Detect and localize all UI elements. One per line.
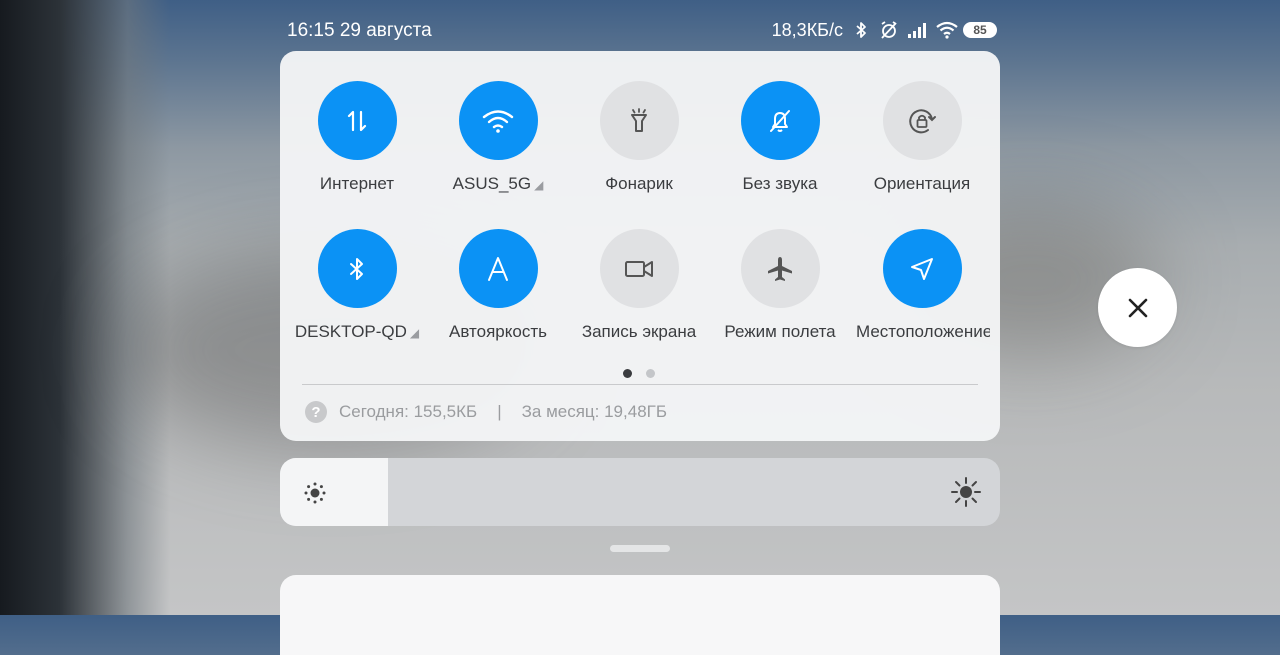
tile-screen-record-label: Запись экрана [581,322,697,341]
data-usage-month: За месяц: 19,48ГБ [521,402,668,421]
rotation-lock-icon [909,108,936,133]
brightness-fill[interactable] [280,458,388,526]
tile-internet[interactable]: Интернет [287,81,427,194]
close-button[interactable] [1098,268,1177,347]
tile-silent-button[interactable] [740,81,820,160]
tile-bluetooth-label: DESKTOP-QD ◢ [294,322,420,341]
data-usage-today: Сегодня: 155,5КБ [339,402,478,421]
data-transfer-icon [347,110,367,131]
data-usage-separator: | [497,402,502,421]
status-icons: 18,3КБ/с 85 [772,18,997,42]
tile-silent-label: Без звука [742,174,818,193]
bluetooth-icon [851,20,871,40]
tile-bluetooth[interactable]: DESKTOP-QD ◢ [287,229,427,342]
brightness-high-icon [951,477,981,507]
tile-location-button[interactable] [882,229,962,308]
tile-airplane-label: Режим полета [724,322,836,341]
tile-internet-label: Интернет [319,174,395,193]
expand-arrow-icon[interactable]: ◢ [534,178,543,192]
tile-flashlight-button[interactable] [599,81,679,160]
brightness-low-icon [304,482,326,504]
quick-settings-panel: Интернет ASUS_5G ◢ Фонарик Без звука Орие… [280,51,1000,441]
bell-off-icon [770,109,790,132]
tile-orientation[interactable]: Ориентация [852,81,992,194]
data-usage[interactable]: ? Сегодня: 155,5КБ | За месяц: 19,48ГБ [305,401,667,423]
status-bar: 16:15 29 августа 18,3КБ/с 85 [287,18,997,42]
alarm-off-icon [879,20,899,40]
page-dot-active[interactable] [623,369,632,378]
airplane-icon [768,256,792,281]
notification-card[interactable] [280,575,1000,655]
close-icon [1128,298,1147,317]
wifi-icon [482,109,514,133]
bluetooth-icon [350,257,363,280]
tile-airplane-button[interactable] [740,229,820,308]
tile-screen-record[interactable]: Запись экрана [569,229,709,342]
tile-wifi-label: ASUS_5G ◢ [452,174,544,193]
expand-arrow-icon[interactable]: ◢ [410,326,419,340]
tile-auto-brightness[interactable]: Автояркость [428,229,568,342]
divider [302,384,978,385]
tile-bluetooth-button[interactable] [317,229,397,308]
tile-screen-record-button[interactable] [599,229,679,308]
screen-record-icon [625,260,653,277]
tile-flashlight[interactable]: Фонарик [569,81,709,194]
signal-icon [907,20,927,40]
brightness-slider[interactable] [280,458,1000,526]
tile-flashlight-label: Фонарик [605,174,673,193]
drag-handle[interactable] [610,545,670,552]
tile-wifi[interactable]: ASUS_5G ◢ [428,81,568,194]
help-icon[interactable]: ? [305,401,327,423]
tile-orientation-label: Ориентация [873,174,971,193]
tile-silent[interactable]: Без звука [710,81,850,194]
battery-icon: 85 [963,22,997,38]
tile-airplane[interactable]: Режим полета [710,229,850,342]
flashlight-icon [631,107,647,132]
wifi-icon [935,20,958,40]
tile-orientation-button[interactable] [882,81,962,160]
tile-location[interactable]: Местоположение [852,229,992,342]
tile-auto-brightness-button[interactable] [458,229,538,308]
auto-brightness-icon [488,256,508,281]
page-indicator [623,369,655,378]
page-dot[interactable] [646,369,655,378]
tile-auto-brightness-label: Автояркость [449,322,547,341]
network-speed: 18,3КБ/с [771,19,843,40]
location-icon [911,257,933,280]
status-time-date: 16:15 29 августа [287,20,432,41]
tile-wifi-button[interactable] [458,81,538,160]
tile-internet-button[interactable] [317,81,397,160]
tile-location-label: Местоположение [856,322,990,341]
